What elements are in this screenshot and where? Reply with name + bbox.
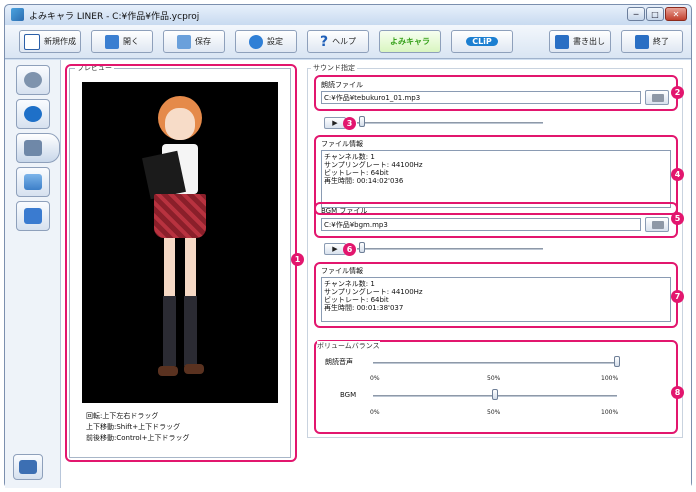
movie-icon bbox=[24, 208, 42, 224]
reading-info-text: チャンネル数: 1 サンプリングレート: 44100Hz ビットレート: 64b… bbox=[321, 150, 671, 208]
callout-8: 8 bbox=[671, 386, 684, 399]
clip-logo: CLiP bbox=[466, 37, 498, 46]
sidebar-item-background[interactable] bbox=[16, 167, 50, 197]
reading-seek-track[interactable] bbox=[357, 122, 543, 124]
bgm-volume-label: BGM bbox=[340, 391, 357, 399]
callout-1: 1 bbox=[291, 253, 304, 266]
reading-file-browse-button[interactable] bbox=[645, 90, 669, 105]
text-icon bbox=[24, 106, 42, 122]
save-button[interactable]: 保存 bbox=[163, 30, 225, 53]
face-icon bbox=[24, 72, 42, 88]
callout-6: 6 bbox=[343, 243, 356, 256]
open-folder-icon bbox=[105, 34, 119, 49]
export-button-label: 書き出し bbox=[573, 37, 605, 46]
exit-arrow-icon bbox=[635, 34, 649, 49]
character-model bbox=[140, 96, 220, 396]
bgm-file-label: BGM ファイル bbox=[321, 207, 368, 215]
callout-5: 5 bbox=[671, 212, 684, 225]
export-button[interactable]: 書き出し bbox=[549, 30, 611, 53]
bgm-seek-track[interactable] bbox=[357, 248, 543, 250]
bgm-tick-100: 100% bbox=[601, 409, 619, 416]
maximize-button[interactable]: □ bbox=[646, 7, 664, 21]
yomichara-button[interactable]: よみキャラ bbox=[379, 30, 441, 53]
sidebar-item-voice[interactable] bbox=[16, 133, 60, 163]
gear-icon bbox=[249, 34, 263, 49]
save-box-icon bbox=[177, 34, 191, 49]
settings-button-label: 設定 bbox=[267, 37, 283, 46]
reading-volume-track[interactable] bbox=[373, 362, 617, 364]
sidebar-item-face[interactable] bbox=[16, 65, 50, 95]
exit-button-label: 終了 bbox=[653, 37, 669, 46]
export-icon bbox=[555, 34, 569, 49]
reading-volume-thumb[interactable] bbox=[614, 356, 620, 367]
reading-tick-50: 50% bbox=[487, 375, 501, 382]
open-button-label: 開く bbox=[123, 37, 139, 46]
sidebar-item-audio[interactable] bbox=[13, 454, 43, 480]
minimize-button[interactable]: ─ bbox=[627, 7, 645, 21]
sound-label: サウンド指定 bbox=[311, 63, 357, 73]
app-logo-icon bbox=[11, 8, 24, 21]
left-sidebar bbox=[5, 60, 61, 488]
toolbar: 新規作成 開く 保存 設定 ? ヘルプ よみキャラ CLiP 書き出し 終了 bbox=[5, 25, 691, 59]
callout-4: 4 bbox=[671, 168, 684, 181]
reading-file-field[interactable]: C:¥作品¥tebukuro1_01.mp3 bbox=[321, 91, 641, 104]
voice-music-icon bbox=[24, 140, 42, 156]
preview-help-vertical: 上下移動:Shift+上下ドラッグ bbox=[86, 423, 181, 431]
sidebar-item-movie[interactable] bbox=[16, 201, 50, 231]
clip-button[interactable]: CLiP bbox=[451, 30, 513, 53]
folder-icon bbox=[652, 94, 664, 102]
folder-icon bbox=[652, 221, 664, 229]
app-window: よみキャラ LINER - C:¥作品¥作品.ycproj ─ □ ✕ 新規作成… bbox=[4, 4, 692, 488]
reading-tick-100: 100% bbox=[601, 375, 619, 382]
client-area: プレビュー 1 回転:上下左右ドラッグ 上下移動:Shift+上下ドラッグ 前後… bbox=[5, 60, 691, 488]
volume-label: ボリュームバランス bbox=[317, 341, 380, 351]
callout-7: 7 bbox=[671, 290, 684, 303]
bgm-file-browse-button[interactable] bbox=[645, 217, 669, 232]
callout-2: 2 bbox=[671, 86, 684, 99]
bgm-info-label: ファイル情報 bbox=[321, 267, 363, 275]
help-icon: ? bbox=[319, 33, 329, 50]
new-button[interactable]: 新規作成 bbox=[19, 30, 81, 53]
bgm-tick-0: 0% bbox=[370, 409, 380, 416]
save-button-label: 保存 bbox=[195, 37, 211, 46]
bgm-volume-thumb[interactable] bbox=[492, 389, 498, 400]
new-document-icon bbox=[24, 33, 40, 50]
yomichara-logo: よみキャラ bbox=[390, 37, 430, 46]
settings-button[interactable]: 設定 bbox=[235, 30, 297, 53]
bgm-file-field[interactable]: C:¥作品¥bgm.mp3 bbox=[321, 218, 641, 231]
landscape-icon bbox=[24, 174, 42, 190]
bgm-seek-thumb[interactable] bbox=[359, 242, 365, 253]
reading-info-label: ファイル情報 bbox=[321, 140, 363, 148]
open-button[interactable]: 開く bbox=[91, 30, 153, 53]
reading-volume-label: 朗読音声 bbox=[325, 358, 353, 366]
exit-button[interactable]: 終了 bbox=[621, 30, 683, 53]
new-button-label: 新規作成 bbox=[44, 37, 76, 46]
bgm-tick-50: 50% bbox=[487, 409, 501, 416]
help-button[interactable]: ? ヘルプ bbox=[307, 30, 369, 53]
reading-seek-thumb[interactable] bbox=[359, 116, 365, 127]
callout-box-8 bbox=[314, 340, 678, 434]
bgm-info-text: チャンネル数: 1 サンプリングレート: 44100Hz ビットレート: 64b… bbox=[321, 277, 671, 322]
preview-viewport[interactable] bbox=[82, 82, 278, 403]
close-button[interactable]: ✕ bbox=[665, 7, 687, 21]
preview-help-depth: 前後移動:Control+上下ドラッグ bbox=[86, 434, 190, 442]
audio-wave-icon bbox=[19, 460, 37, 474]
reading-file-label: 朗読ファイル bbox=[321, 81, 363, 89]
sidebar-item-text[interactable] bbox=[16, 99, 50, 129]
title-bar: よみキャラ LINER - C:¥作品¥作品.ycproj ─ □ ✕ bbox=[5, 5, 691, 25]
callout-3: 3 bbox=[343, 117, 356, 130]
window-title: よみキャラ LINER - C:¥作品¥作品.ycproj bbox=[29, 12, 200, 22]
reading-tick-0: 0% bbox=[370, 375, 380, 382]
preview-help-rotate: 回転:上下左右ドラッグ bbox=[86, 412, 159, 420]
help-button-label: ヘルプ bbox=[332, 37, 357, 46]
